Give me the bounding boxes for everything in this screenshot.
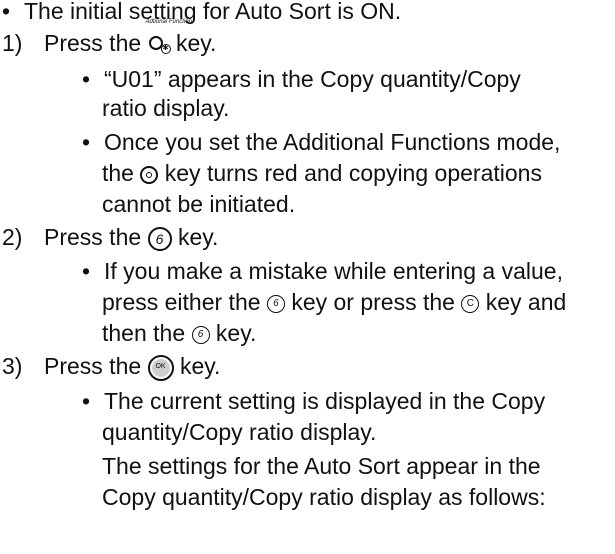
step-2: 2) Press the 6 key. bbox=[2, 222, 218, 252]
step-1-bullet-b: • Once you set the Additional Functions m… bbox=[82, 127, 560, 157]
bullet-text: The current setting is displayed in the … bbox=[104, 388, 546, 414]
start-key-icon bbox=[140, 165, 159, 184]
bullet-text: ratio display. bbox=[102, 95, 230, 121]
bullet-text: cannot be initiated. bbox=[102, 191, 296, 217]
step-1-bullet-b-cont2: cannot be initiated. bbox=[102, 189, 295, 219]
step-1-bullet-a-cont: ratio display. bbox=[102, 93, 229, 123]
intro-text: The initial setting for Auto Sort is ON. bbox=[24, 0, 402, 24]
number-6-key-icon: 6 bbox=[266, 294, 285, 313]
step-text-end: key. bbox=[175, 30, 217, 57]
step-3: 3) Press the OK key. bbox=[2, 351, 220, 381]
intro-bullet: • The initial setting for Auto Sort is ON… bbox=[2, 0, 401, 26]
note-text: Copy quantity/Copy ratio display as foll… bbox=[102, 484, 546, 510]
step-text: Press the bbox=[44, 353, 142, 379]
step-3-bullet: • The current setting is displayed in the… bbox=[82, 386, 545, 416]
step-text: Press the bbox=[44, 224, 142, 250]
bullet-marker: • bbox=[82, 66, 91, 92]
ok-key-icon: OK bbox=[147, 354, 174, 381]
step-text-end: key. bbox=[179, 353, 221, 379]
step-3-note-line2: Copy quantity/Copy ratio display as foll… bbox=[102, 482, 546, 512]
step-text-end: key. bbox=[177, 224, 219, 250]
bullet-text: then the bbox=[102, 320, 186, 346]
step-text: Press the bbox=[44, 30, 142, 57]
step-number: 1) bbox=[2, 30, 23, 57]
bullet-marker: • bbox=[2, 0, 11, 24]
number-6-key-icon: 6 bbox=[147, 226, 172, 251]
key-icon-label: Adtional Function bbox=[145, 19, 192, 25]
note-text: The settings for the Auto Sort appear in… bbox=[102, 453, 541, 479]
step-number: 3) bbox=[2, 353, 23, 379]
bullet-marker: • bbox=[82, 258, 91, 284]
bullet-text: “U01” appears in the Copy quantity/Copy bbox=[104, 66, 521, 92]
bullet-text: the bbox=[102, 160, 134, 186]
bullet-text: quantity/Copy ratio display. bbox=[102, 419, 377, 445]
step-2-bullet-cont2: then the 6 key. bbox=[102, 318, 256, 348]
bullet-text: key or press the bbox=[291, 289, 455, 315]
bullet-marker: • bbox=[82, 388, 91, 414]
step-2-bullet-cont: press either the 6 key or press the C ke… bbox=[102, 287, 566, 317]
step-number: 2) bbox=[2, 224, 23, 250]
bullet-text: Once you set the Additional Functions mo… bbox=[104, 129, 561, 155]
step-2-bullet: • If you make a mistake while entering a … bbox=[82, 256, 563, 286]
additional-function-key-icon: Adtional Function ✱ bbox=[145, 19, 192, 54]
step-1-bullet-a: • “U01” appears in the Copy quantity/Copy bbox=[82, 64, 521, 94]
bullet-text: key. bbox=[215, 320, 257, 346]
manual-page: • The initial setting for Auto Sort is ON… bbox=[0, 0, 615, 554]
step-3-note-line1: The settings for the Auto Sort appear in… bbox=[102, 451, 541, 481]
step-1: 1) Press the Adtional Function ✱ key. bbox=[2, 19, 217, 62]
step-1-bullet-b-cont: the key turns red and copying operations bbox=[102, 158, 542, 188]
clear-key-icon: C bbox=[461, 294, 480, 313]
number-6-key-icon: 6 bbox=[191, 325, 210, 344]
bullet-text: press either the bbox=[102, 289, 261, 315]
bullet-marker: • bbox=[82, 129, 91, 155]
step-3-bullet-cont: quantity/Copy ratio display. bbox=[102, 417, 376, 447]
ok-key-label: OK bbox=[155, 362, 166, 370]
bullet-text: If you make a mistake while entering a v… bbox=[104, 258, 563, 284]
bullet-text: key turns red and copying operations bbox=[164, 160, 542, 186]
bullet-text: key and bbox=[485, 289, 567, 315]
